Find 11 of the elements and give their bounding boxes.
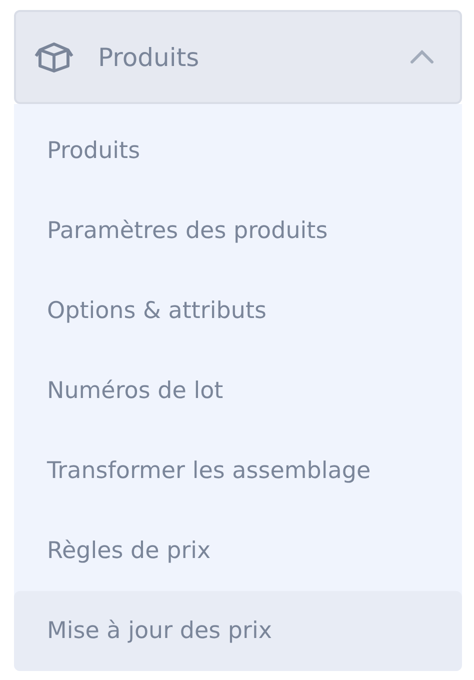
menu-item[interactable]: Transformer les assemblage [14,431,462,511]
menu-item[interactable]: Paramètres des produits [14,191,462,271]
menu-item[interactable]: Options & attributs [14,271,462,351]
section-title: Produits [98,42,200,72]
menu-item[interactable]: Numéros de lot [14,351,462,431]
menu-item[interactable]: Mise à jour des prix [14,591,462,671]
menu-item[interactable]: Produits [14,111,462,191]
menu-item[interactable]: Règles de prix [14,511,462,591]
box-icon [34,40,74,74]
chevron-icon [410,50,434,64]
section-header[interactable]: Produits [14,10,462,104]
